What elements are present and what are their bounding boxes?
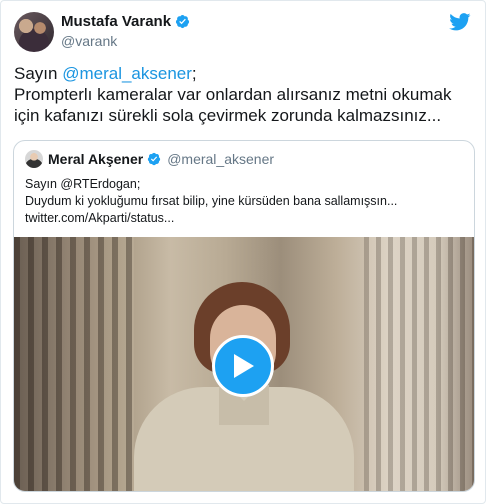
quoted-tweet-text: Sayın @RTErdogan; Duydum ki yokluğumu fı… (25, 176, 465, 227)
author-avatar[interactable] (14, 12, 54, 52)
quoted-link[interactable]: twitter.com/Akparti/status... (25, 210, 465, 227)
verified-badge-icon (148, 152, 161, 166)
quoted-tweet[interactable]: Meral Akşener @meral_aksener Sayın @RTEr… (13, 140, 475, 492)
curtain-right (364, 237, 474, 491)
author-name-row: Mustafa Varank (61, 13, 190, 30)
tweet-card: Mustafa Varank @varank Sayın @meral_akse… (0, 0, 486, 504)
mention-link[interactable]: @meral_aksener (62, 64, 192, 83)
video-thumbnail[interactable] (14, 237, 474, 491)
tweet-suffix: ; (191, 64, 197, 83)
quoted-line-2: Duydum ki yokluğumu fırsat bilip, yine k… (25, 194, 398, 208)
tweet-line-3: için kafanızı sürekli sola çevirmek zoru… (14, 106, 442, 125)
curtain-left (14, 237, 134, 491)
tweet-line-2: Prompterlı kameralar var onlardan alırsa… (14, 85, 452, 104)
tweet-line-1: Sayın @meral_aksener; (14, 63, 479, 84)
play-icon (234, 354, 254, 378)
quoted-author-handle[interactable]: @meral_aksener (167, 151, 274, 167)
author-handle[interactable]: @varank (61, 33, 117, 49)
tweet-prefix: Sayın (14, 64, 63, 83)
verified-badge-icon (175, 14, 190, 29)
twitter-bird-icon[interactable] (449, 13, 471, 31)
quoted-author-row: Meral Akşener @meral_aksener (48, 151, 274, 167)
play-button[interactable] (212, 335, 274, 397)
quoted-author-name[interactable]: Meral Akşener (48, 151, 143, 167)
author-name[interactable]: Mustafa Varank (61, 13, 171, 30)
quoted-line-1: Sayın @RTErdogan; (25, 177, 141, 191)
tweet-text: Sayın @meral_aksener; Prompterlı kameral… (14, 63, 479, 126)
quoted-author-avatar[interactable] (25, 150, 43, 168)
